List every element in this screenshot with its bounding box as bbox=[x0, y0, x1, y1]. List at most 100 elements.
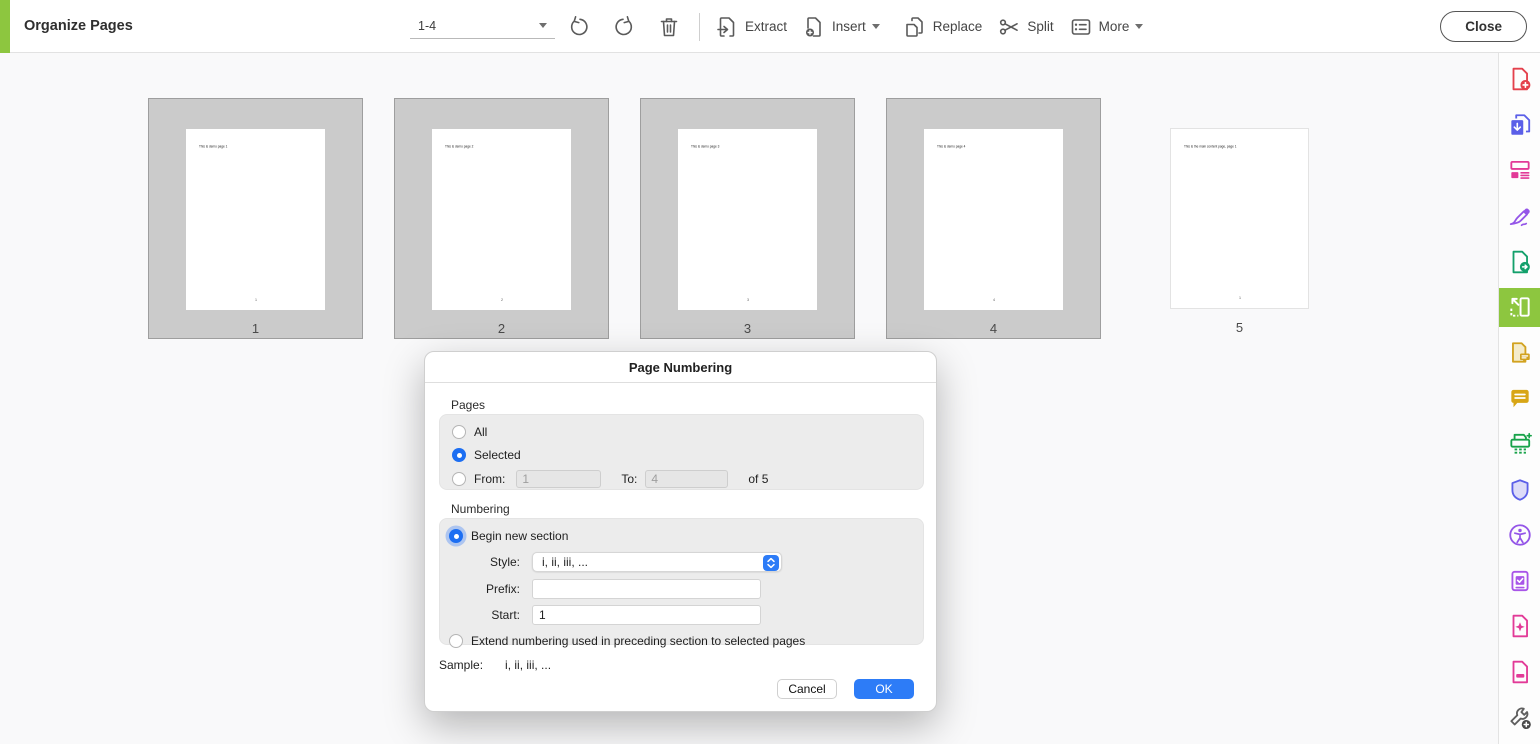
page-number-label: 4 bbox=[887, 321, 1100, 336]
page-preview-footer-number: 3 bbox=[747, 299, 749, 302]
page-thumbnail[interactable]: This is demo page 4 4 4 bbox=[886, 98, 1101, 339]
sample-value: i, ii, iii, ... bbox=[505, 658, 551, 672]
request-signatures-icon bbox=[1507, 340, 1533, 366]
to-page-input[interactable] bbox=[645, 470, 728, 488]
to-label: To: bbox=[621, 472, 637, 486]
page-range-value: 1-4 bbox=[410, 19, 539, 33]
rotate-cw-icon bbox=[612, 15, 636, 39]
insert-icon bbox=[802, 15, 826, 39]
page-range-dropdown[interactable]: 1-4 bbox=[410, 13, 555, 39]
export-pdf-button[interactable] bbox=[1499, 242, 1540, 281]
radio-row-selected[interactable]: Selected bbox=[452, 445, 521, 465]
page-thumbnail[interactable]: This is demo page 333 bbox=[640, 98, 855, 339]
thumbnail-page-preview: This is the main content page, page 1 1 bbox=[1170, 128, 1309, 309]
create-pdf-button[interactable] bbox=[1499, 60, 1540, 99]
from-page-input[interactable] bbox=[516, 470, 601, 488]
thumbnail-page-preview: This is demo page 1 1 bbox=[186, 129, 325, 310]
page-title: Organize Pages bbox=[24, 0, 133, 53]
rotate-counterclockwise-button[interactable] bbox=[564, 10, 594, 44]
split-label: Split bbox=[1027, 19, 1053, 34]
accent-bar bbox=[0, 0, 10, 53]
dialog-title: Page Numbering bbox=[425, 352, 936, 383]
rich-media-button[interactable] bbox=[1499, 607, 1540, 646]
page-preview-footer-number: 1 bbox=[1239, 297, 1241, 300]
selected-radio[interactable] bbox=[452, 448, 466, 462]
start-label: Start: bbox=[440, 608, 520, 622]
of-total-label: of 5 bbox=[748, 472, 768, 486]
all-radio-label: All bbox=[474, 425, 487, 439]
toolbar-divider bbox=[699, 13, 700, 41]
rotate-ccw-icon bbox=[567, 15, 591, 39]
redact-icon bbox=[1507, 659, 1533, 685]
accessibility-button[interactable] bbox=[1499, 516, 1540, 555]
page-preview-text: This is the main content page, page 1 bbox=[1184, 145, 1237, 148]
cancel-button[interactable]: Cancel bbox=[777, 679, 837, 699]
start-input[interactable] bbox=[532, 605, 761, 625]
combine-files-button[interactable] bbox=[1499, 106, 1540, 145]
selected-radio-label: Selected bbox=[474, 448, 521, 462]
protect-shield-icon bbox=[1507, 477, 1533, 503]
rotate-clockwise-button[interactable] bbox=[609, 10, 639, 44]
redact-button[interactable] bbox=[1499, 653, 1540, 692]
more-button[interactable]: More bbox=[1069, 10, 1152, 44]
numbering-group: Begin new section Style: i, ii, iii, ...… bbox=[439, 518, 924, 645]
page-numbering-dialog: Page Numbering Pages All Selected From: … bbox=[424, 351, 937, 712]
toolbar-actions: Extract Insert Replace bbox=[564, 0, 1151, 53]
fill-sign-button[interactable] bbox=[1499, 197, 1540, 236]
prepare-form-button[interactable] bbox=[1499, 562, 1540, 601]
page-preview-footer-number: 1 bbox=[255, 299, 257, 302]
replace-button[interactable]: Replace bbox=[903, 10, 983, 44]
page-preview-text: This is demo page 4 bbox=[937, 145, 965, 148]
radio-row-from[interactable]: From: To: of 5 bbox=[452, 469, 912, 489]
page-preview-footer-number: 4 bbox=[993, 299, 995, 302]
page-thumbnail[interactable]: This is demo page 1 1 1 bbox=[148, 98, 363, 339]
replace-icon bbox=[903, 15, 927, 39]
select-stepper-icon bbox=[763, 555, 779, 571]
sample-row: Sample: i, ii, iii, ... bbox=[439, 658, 551, 672]
more-label: More bbox=[1099, 19, 1130, 34]
accessibility-icon bbox=[1507, 522, 1533, 548]
prefix-row: Prefix: bbox=[440, 579, 920, 599]
extract-button[interactable]: Extract bbox=[715, 10, 787, 44]
trash-icon bbox=[657, 15, 681, 39]
organize-pages-button[interactable] bbox=[1499, 288, 1540, 327]
begin-new-section-label: Begin new section bbox=[471, 529, 568, 543]
insert-button[interactable]: Insert bbox=[802, 10, 888, 44]
chevron-down-icon bbox=[872, 24, 880, 29]
prefix-input[interactable] bbox=[532, 579, 761, 599]
scan-ocr-button[interactable] bbox=[1499, 425, 1540, 464]
radio-row-begin-new-section[interactable]: Begin new section bbox=[449, 526, 568, 546]
more-tools-icon bbox=[1507, 705, 1533, 731]
extend-numbering-radio[interactable] bbox=[449, 634, 463, 648]
edit-pdf-button[interactable] bbox=[1499, 151, 1540, 190]
page-number-label: 1 bbox=[149, 321, 362, 336]
request-signatures-button[interactable] bbox=[1499, 334, 1540, 373]
prepare-form-icon bbox=[1507, 568, 1533, 594]
protect-button[interactable] bbox=[1499, 470, 1540, 509]
page-thumbnail[interactable]: This is demo page 222 bbox=[394, 98, 609, 339]
radio-row-extend[interactable]: Extend numbering used in preceding secti… bbox=[449, 631, 919, 651]
close-button[interactable]: Close bbox=[1440, 11, 1527, 42]
more-tools-button[interactable] bbox=[1499, 698, 1540, 737]
comments-button[interactable] bbox=[1499, 379, 1540, 418]
numbering-section-label: Numbering bbox=[451, 502, 510, 516]
thumbnail-page-preview: This is demo page 33 bbox=[678, 129, 817, 310]
all-radio[interactable] bbox=[452, 425, 466, 439]
delete-pages-button[interactable] bbox=[654, 10, 684, 44]
ok-button[interactable]: OK bbox=[854, 679, 914, 699]
from-radio[interactable] bbox=[452, 472, 466, 486]
acrobat-organize-pages-app: Organize Pages 1-4 bbox=[0, 0, 1540, 744]
thumbnail-row: This is demo page 1 1 1 This is demo page 2… bbox=[148, 98, 1378, 339]
begin-new-section-radio[interactable] bbox=[449, 529, 463, 543]
sample-label: Sample: bbox=[439, 658, 483, 672]
page-number-label: 5 bbox=[1132, 320, 1347, 335]
style-label: Style: bbox=[440, 555, 520, 569]
split-button[interactable]: Split bbox=[997, 10, 1053, 44]
page-thumbnail[interactable]: This is the main content page, page 1 1 5 bbox=[1132, 98, 1347, 339]
pages-section-label: Pages bbox=[451, 398, 485, 412]
rich-media-icon bbox=[1507, 613, 1533, 639]
radio-row-all[interactable]: All bbox=[452, 422, 487, 442]
page-preview-text: This is demo page 1 bbox=[199, 145, 227, 148]
style-select[interactable]: i, ii, iii, ... bbox=[532, 552, 782, 572]
scan-ocr-icon bbox=[1507, 431, 1533, 457]
